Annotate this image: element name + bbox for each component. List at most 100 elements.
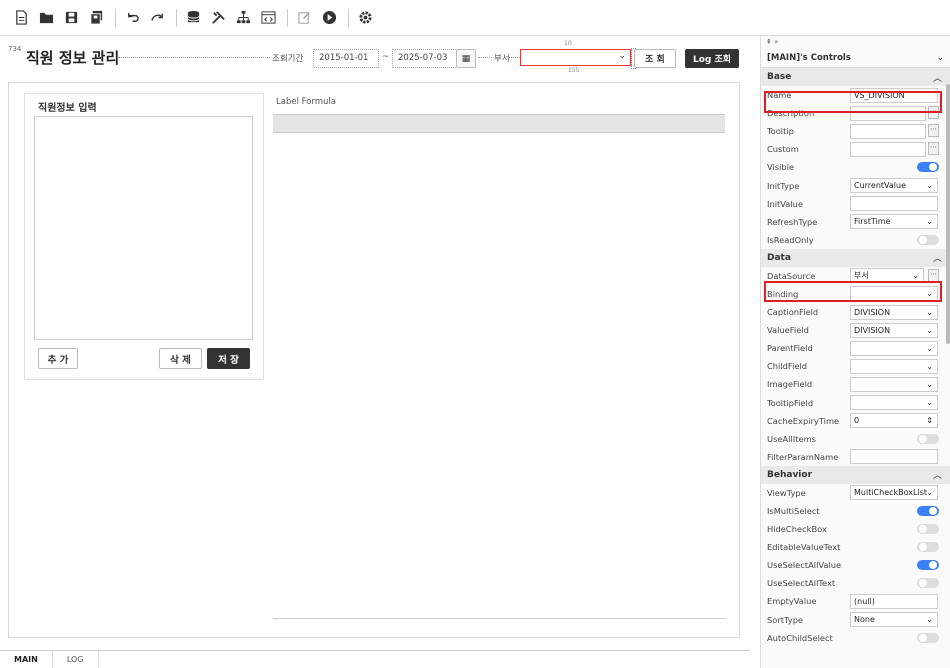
hierarchy-icon[interactable]: [232, 7, 254, 29]
prop-toggle[interactable]: [917, 506, 939, 517]
dept-select[interactable]: ⌄: [520, 49, 631, 66]
header-bar: 734 직원 정보 관리 조회기간 2015-01-01 ~ 2025-07-0…: [8, 40, 743, 74]
divider: [508, 57, 520, 58]
highlight-datasource-row: [764, 281, 942, 302]
prop-toggle[interactable]: [917, 524, 939, 535]
database-icon[interactable]: [182, 7, 204, 29]
prop-row-sort-type: SortType None ⌄: [761, 611, 950, 629]
ellipsis-button[interactable]: ⋯: [928, 268, 939, 282]
tab-log[interactable]: LOG: [53, 651, 99, 668]
redo-icon[interactable]: [146, 7, 168, 29]
prop-value-field[interactable]: ⌄: [850, 376, 938, 392]
chevron-down-icon: ⌄: [926, 217, 933, 227]
date-to-input[interactable]: 2025-07-03: [392, 49, 458, 68]
prop-label: UseAllItems: [767, 433, 816, 444]
save-all-icon[interactable]: [85, 7, 107, 29]
prop-label: EditableValueText: [767, 542, 841, 553]
prop-label: CacheExpiryTime: [767, 415, 840, 426]
prop-value-field[interactable]: ⌄: [850, 340, 938, 356]
save-button[interactable]: 저 장: [207, 348, 250, 369]
section-data[interactable]: Data ︿: [761, 248, 950, 267]
bottom-tabs: MAIN LOG: [0, 650, 750, 668]
prop-value-field[interactable]: MultiCheckBoxList ⌄: [850, 485, 938, 501]
ellipsis-button[interactable]: ⋯: [928, 124, 939, 138]
grid-header[interactable]: [273, 114, 725, 133]
prop-toggle[interactable]: [917, 578, 939, 589]
page-title: 직원 정보 관리: [26, 49, 120, 67]
tools-icon[interactable]: [207, 7, 229, 29]
ellipsis-button[interactable]: ⋯: [928, 142, 939, 156]
new-doc-icon[interactable]: [10, 7, 32, 29]
prop-label: IsMultiSelect: [767, 506, 820, 517]
prop-value-field[interactable]: [850, 196, 938, 212]
chevron-down-icon: ⌄: [926, 181, 933, 191]
calendar-icon[interactable]: ▦: [456, 49, 476, 68]
query-button[interactable]: 조 회: [634, 49, 676, 68]
prop-label: Visible: [767, 162, 795, 173]
prop-value-text: MultiCheckBoxList: [854, 488, 928, 498]
source-code-icon[interactable]: [257, 7, 279, 29]
settings-icon[interactable]: [354, 7, 376, 29]
chevron-down-icon: ⌄: [936, 53, 944, 63]
prop-value-field[interactable]: ⌄: [850, 358, 938, 374]
prop-label: IsReadOnly: [767, 234, 814, 245]
prop-value-field[interactable]: (null): [850, 593, 938, 609]
prop-value-field[interactable]: DIVISION ⌄: [850, 304, 938, 320]
section-behavior[interactable]: Behavior ︿: [761, 465, 950, 484]
prop-value-text: DIVISION: [854, 325, 891, 335]
panel-scrollbar[interactable]: [946, 84, 950, 344]
log-query-button[interactable]: Log 조회: [685, 49, 739, 68]
dim-top-label: 10: [564, 40, 572, 47]
controls-selector[interactable]: [MAIN]'s Controls ⌄: [761, 49, 950, 68]
delete-button[interactable]: 삭 제: [159, 348, 202, 369]
prop-toggle[interactable]: [917, 542, 939, 553]
prop-label: UseSelectAllText: [767, 578, 836, 589]
prop-value-field[interactable]: [850, 123, 926, 139]
add-button[interactable]: 추 가: [38, 348, 78, 369]
employee-form-panel: 직원정보 입력 추 가 삭 제 저 장: [24, 93, 264, 380]
prop-label: ViewType: [767, 487, 806, 498]
prop-value-text: 0: [854, 416, 860, 426]
separator: [115, 8, 116, 27]
prop-label: CaptionField: [767, 307, 819, 318]
save-icon[interactable]: [60, 7, 82, 29]
prop-toggle[interactable]: [917, 560, 939, 571]
prop-value-field[interactable]: ⌄: [850, 395, 938, 411]
run-icon[interactable]: [318, 7, 340, 29]
panel-pin-bar[interactable]: ⇞ »: [761, 36, 950, 49]
prop-value-field[interactable]: DIVISION ⌄: [850, 322, 938, 338]
prop-value-field[interactable]: FirstTime ⌄: [850, 214, 938, 230]
grid-label: Label Formula: [276, 97, 337, 107]
prop-value-field[interactable]: None ⌄: [850, 612, 938, 628]
prop-toggle[interactable]: [917, 234, 939, 245]
chevron-down-icon: ⌄: [926, 343, 933, 353]
section-base[interactable]: Base ︿: [761, 68, 950, 86]
prop-toggle[interactable]: [917, 433, 939, 444]
prop-row-auto-child-select: AutoChildSelect: [761, 629, 950, 647]
undo-icon[interactable]: [121, 7, 143, 29]
prop-label: FilterParamName: [767, 451, 839, 462]
prop-row-custom: Custom ⋯: [761, 140, 950, 158]
design-canvas: 734 직원 정보 관리 조회기간 2015-01-01 ~ 2025-07-0…: [0, 36, 750, 650]
chevron-down-icon: ⌄: [926, 361, 933, 371]
prop-value-field[interactable]: 0 ⇕: [850, 413, 938, 429]
chevron-down-icon: ⌄: [926, 307, 933, 317]
prop-label: RefreshType: [767, 216, 818, 227]
tab-main[interactable]: MAIN: [0, 651, 53, 668]
prop-value-field[interactable]: [850, 449, 938, 465]
prop-value-field[interactable]: CurrentValue ⌄: [850, 178, 938, 194]
date-from-input[interactable]: 2015-01-01: [313, 49, 379, 68]
prop-row-empty-value: EmptyValue (null): [761, 592, 950, 610]
prop-row-tooltip-field: TooltipField ⌄: [761, 394, 950, 412]
edit-icon[interactable]: [293, 7, 315, 29]
prop-label: SortType: [767, 614, 804, 625]
prop-toggle[interactable]: [917, 632, 939, 643]
prop-toggle[interactable]: [917, 162, 939, 173]
spinner-icon[interactable]: ⇕: [926, 414, 933, 427]
open-folder-icon[interactable]: [35, 7, 57, 29]
prop-row-use-select-all-value: UseSelectAllValue: [761, 556, 950, 574]
chevron-up-icon: ︿: [932, 73, 942, 84]
prop-value-field[interactable]: [850, 141, 926, 157]
prop-row-child-field: ChildField ⌄: [761, 357, 950, 375]
dept-label: 부서: [494, 54, 510, 64]
